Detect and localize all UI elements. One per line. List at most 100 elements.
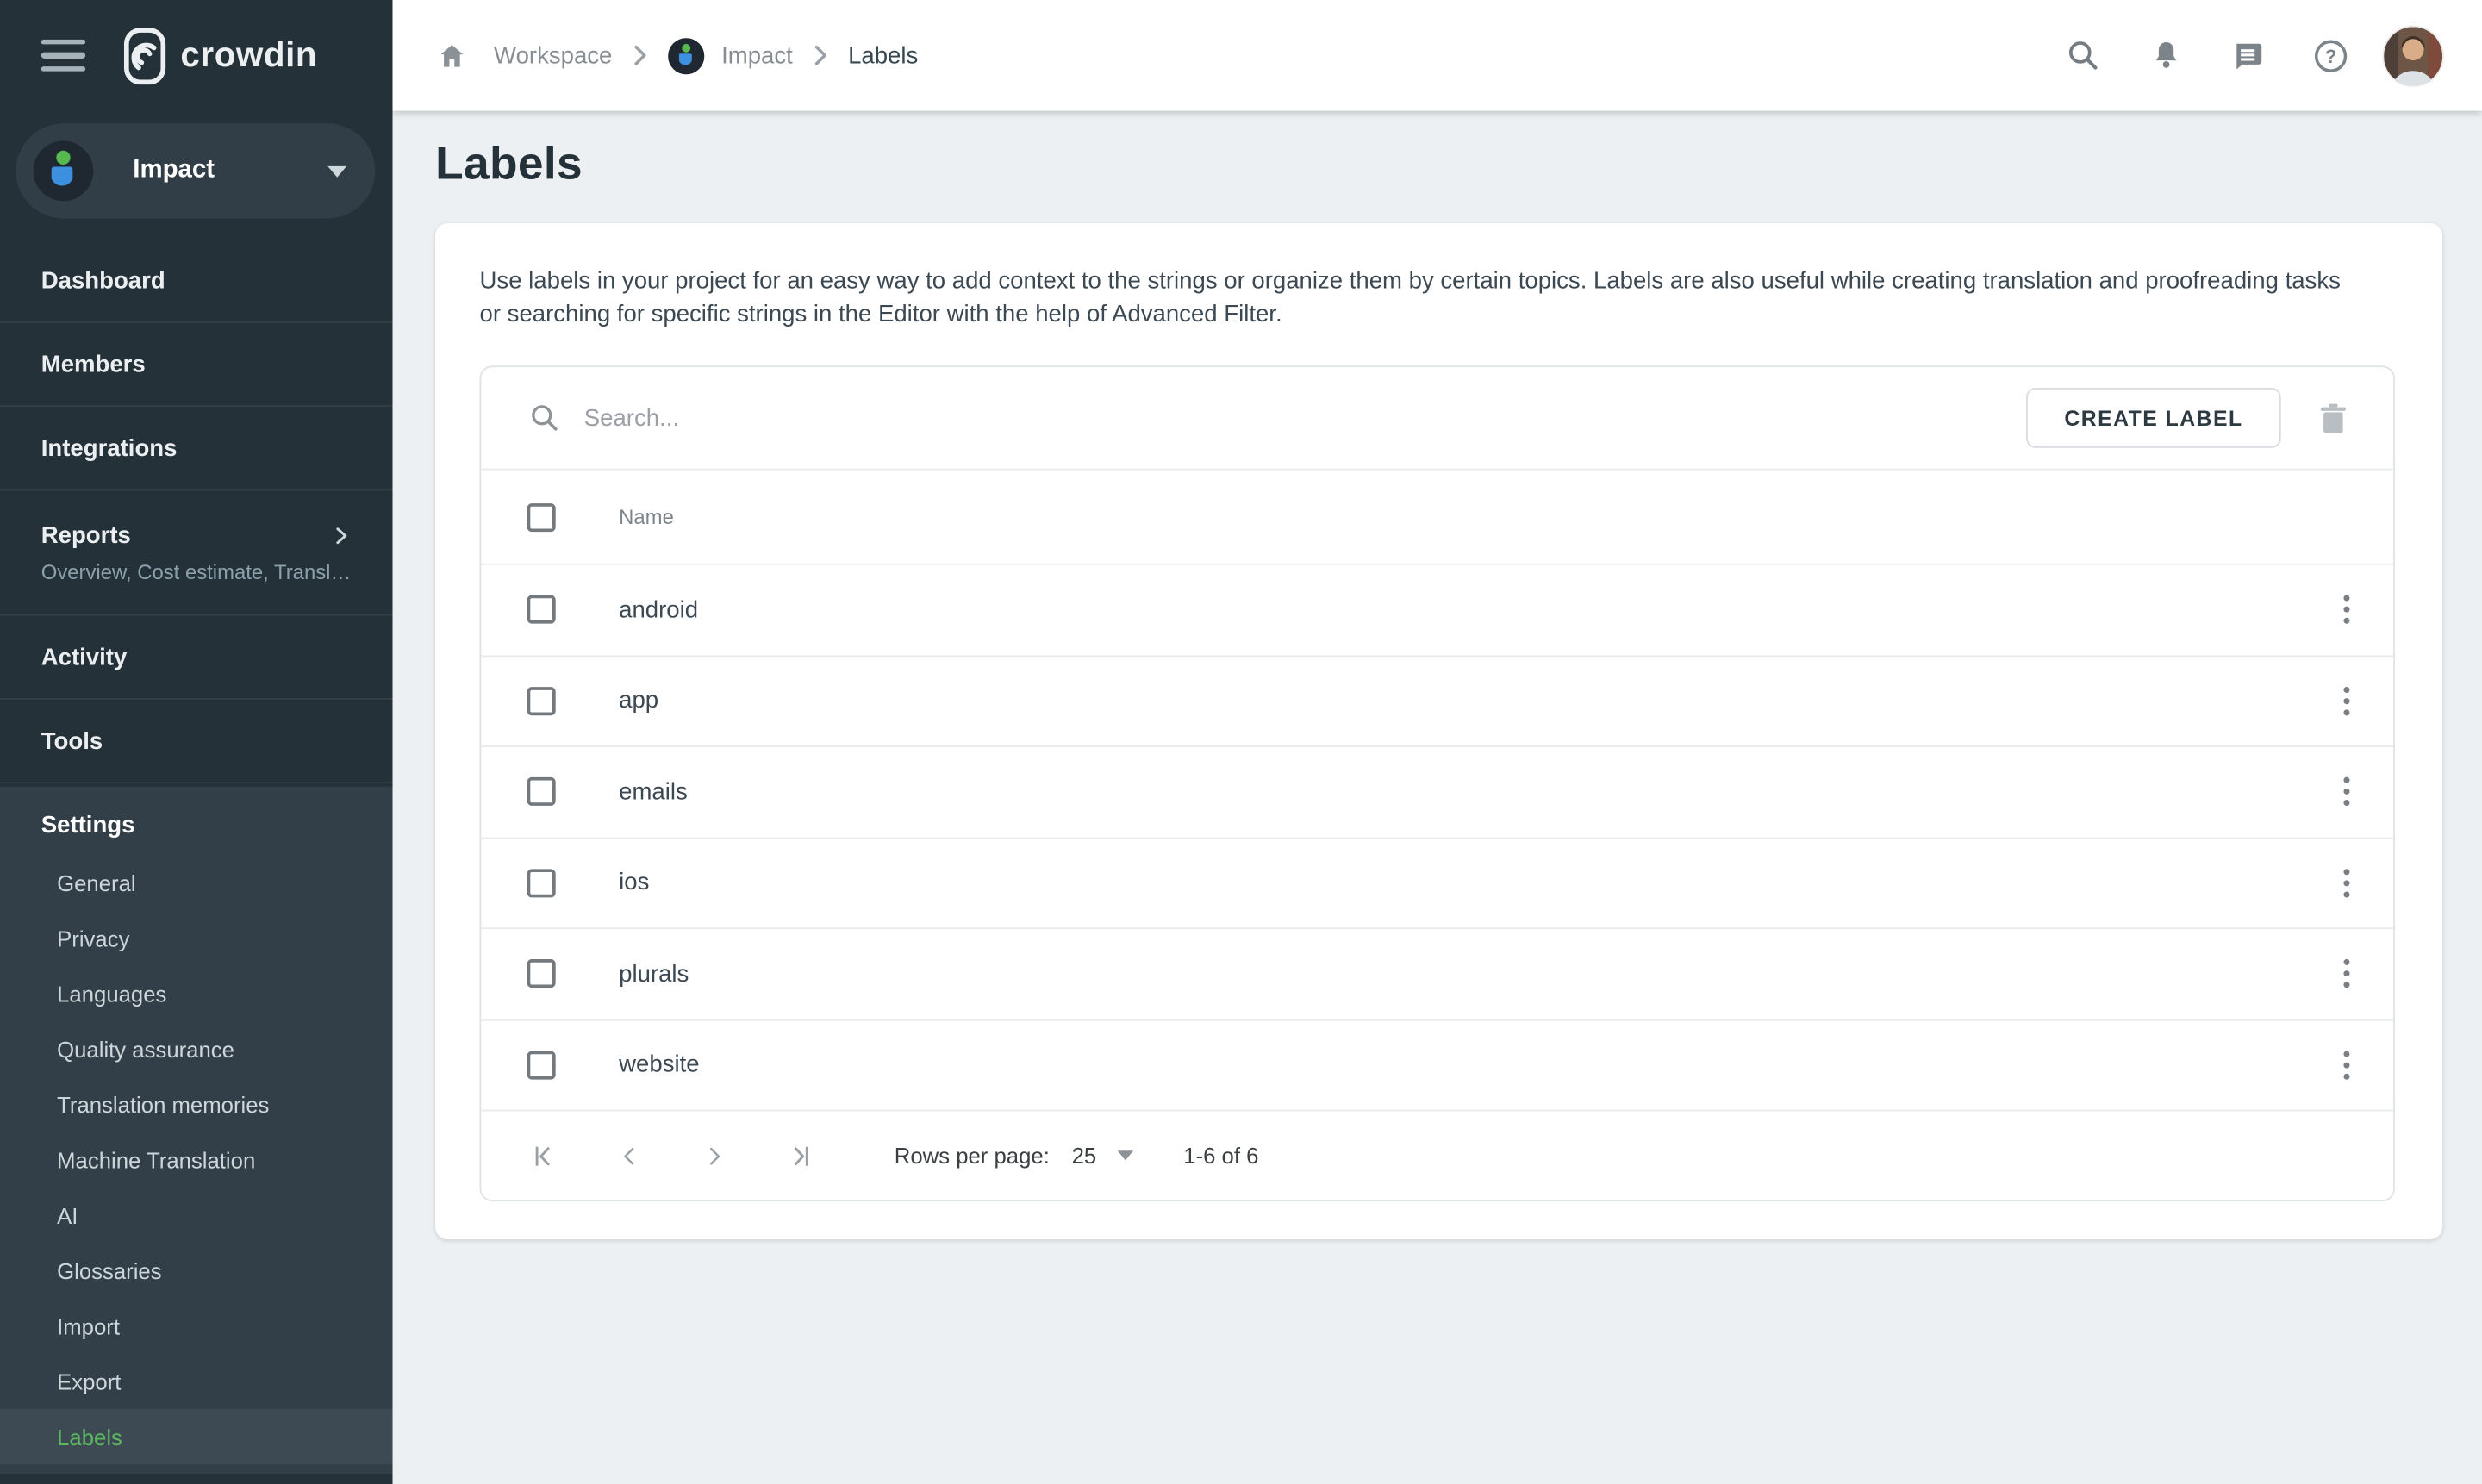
sidebar-item-settings[interactable]: Settings xyxy=(0,787,393,855)
app-window: crowdin Impact Dashboard Members Integra… xyxy=(0,0,2482,1484)
rows-per-page-value: 25 xyxy=(1072,1143,1097,1168)
sidebar-item-quality-assurance[interactable]: Quality assurance xyxy=(0,1021,393,1076)
label-name: android xyxy=(619,596,2323,623)
crowdin-brand[interactable]: crowdin xyxy=(123,26,317,84)
delete-trash-icon[interactable] xyxy=(2319,402,2348,435)
table-row: ios xyxy=(481,837,2393,928)
sidebar-top: crowdin xyxy=(0,0,393,111)
label-name: ios xyxy=(619,870,2323,896)
messages-icon[interactable] xyxy=(2229,36,2267,74)
labels-card: Use labels in your project for an easy w… xyxy=(435,223,2442,1239)
row-menu-kebab-icon[interactable] xyxy=(2323,861,2367,905)
chevron-down-icon xyxy=(327,165,346,177)
row-menu-kebab-icon[interactable] xyxy=(2323,588,2367,632)
sidebar-item-activity[interactable]: Activity xyxy=(0,615,393,699)
sidebar-item-members[interactable]: Members xyxy=(0,323,393,407)
sidebar: crowdin Impact Dashboard Members Integra… xyxy=(0,0,393,1484)
sidebar-item-label: Reports xyxy=(41,521,131,548)
sidebar-item-dashboard[interactable]: Dashboard xyxy=(0,239,393,322)
sidebar-item-label: Tools xyxy=(41,727,103,754)
next-page-button[interactable] xyxy=(698,1139,730,1171)
label-name: emails xyxy=(619,778,2323,805)
row-menu-kebab-icon[interactable] xyxy=(2323,951,2367,995)
table-row: emails xyxy=(481,745,2393,837)
pagination-range: 1-6 of 6 xyxy=(1183,1143,1258,1168)
breadcrumb-project[interactable]: Impact xyxy=(721,42,793,69)
help-icon[interactable]: ? xyxy=(2311,36,2349,74)
row-checkbox[interactable] xyxy=(527,960,556,988)
crowdin-logo-icon xyxy=(123,26,166,84)
sidebar-settings-section: Settings General Privacy Languages Quali… xyxy=(0,787,393,1474)
table-row: website xyxy=(481,1019,2393,1110)
sidebar-item-export[interactable]: Export xyxy=(0,1353,393,1408)
hamburger-menu-icon[interactable] xyxy=(41,40,85,72)
user-avatar[interactable] xyxy=(2384,26,2442,84)
search-input[interactable] xyxy=(584,404,1375,431)
svg-text:?: ? xyxy=(2324,45,2335,66)
project-logo-icon xyxy=(34,140,94,201)
search-icon xyxy=(528,402,560,434)
project-logo-icon[interactable] xyxy=(668,37,704,73)
sidebar-item-translation-memories[interactable]: Translation memories xyxy=(0,1076,393,1132)
brand-name: crowdin xyxy=(180,34,317,76)
sidebar-item-label: Dashboard xyxy=(41,266,165,293)
select-all-checkbox[interactable] xyxy=(527,502,556,531)
row-menu-kebab-icon[interactable] xyxy=(2323,1043,2367,1087)
labels-table-container: CREATE LABEL Name android xyxy=(480,365,2395,1201)
table-header-row: Name xyxy=(481,469,2393,564)
row-checkbox[interactable] xyxy=(527,777,556,806)
top-header: Workspace Impact Labels xyxy=(393,0,2482,111)
rows-per-page-label: Rows per page: xyxy=(895,1143,1050,1168)
sidebar-item-glossaries[interactable]: Glossaries xyxy=(0,1243,393,1298)
sidebar-item-label: Members xyxy=(41,351,146,377)
sidebar-item-general[interactable]: General xyxy=(0,855,393,910)
sidebar-item-label: Integrations xyxy=(41,434,178,461)
sidebar-item-reports[interactable]: Reports Overview, Cost estimate, Transl… xyxy=(0,490,393,615)
breadcrumb-workspace[interactable]: Workspace xyxy=(494,42,612,69)
chevron-right-icon xyxy=(814,44,828,66)
previous-page-button[interactable] xyxy=(613,1139,645,1171)
sidebar-item-privacy[interactable]: Privacy xyxy=(0,910,393,965)
rows-per-page-select[interactable]: 25 xyxy=(1072,1143,1133,1168)
page-description: Use labels in your project for an easy w… xyxy=(480,265,2364,331)
main-content: Labels Use labels in your project for an… xyxy=(393,111,2482,1484)
chevron-down-icon xyxy=(1117,1150,1132,1160)
project-switcher[interactable]: Impact xyxy=(16,123,375,218)
sidebar-item-ai[interactable]: AI xyxy=(0,1188,393,1243)
table-row: plurals xyxy=(481,927,2393,1019)
row-checkbox[interactable] xyxy=(527,869,556,897)
page-title: Labels xyxy=(435,140,2442,192)
sidebar-item-tools[interactable]: Tools xyxy=(0,700,393,783)
row-checkbox[interactable] xyxy=(527,595,556,624)
column-header-name: Name xyxy=(619,505,674,529)
labels-toolbar: CREATE LABEL xyxy=(481,367,2393,469)
last-page-button[interactable] xyxy=(783,1139,815,1171)
create-label-button[interactable]: CREATE LABEL xyxy=(2026,388,2280,448)
sidebar-item-integrations[interactable]: Integrations xyxy=(0,407,393,490)
home-icon[interactable] xyxy=(437,41,467,71)
row-menu-kebab-icon[interactable] xyxy=(2323,679,2367,723)
row-menu-kebab-icon[interactable] xyxy=(2323,770,2367,814)
search-field xyxy=(528,402,2026,434)
row-checkbox[interactable] xyxy=(527,1051,556,1079)
sidebar-item-labels[interactable]: Labels xyxy=(0,1409,393,1464)
notifications-bell-icon[interactable] xyxy=(2147,36,2185,74)
chevron-right-icon xyxy=(633,44,647,66)
label-name: website xyxy=(619,1051,2323,1078)
first-page-button[interactable] xyxy=(527,1139,559,1171)
header-actions: ? xyxy=(2020,26,2442,84)
sidebar-item-machine-translation[interactable]: Machine Translation xyxy=(0,1132,393,1187)
row-checkbox[interactable] xyxy=(527,687,556,715)
table-row: app xyxy=(481,654,2393,745)
sidebar-item-languages[interactable]: Languages xyxy=(0,965,393,1020)
breadcrumb-current: Labels xyxy=(848,42,918,69)
sidebar-item-subtitle: Overview, Cost estimate, Transl… xyxy=(41,559,352,583)
sidebar-item-label: Activity xyxy=(41,644,128,670)
sidebar-nav: Dashboard Members Integrations Reports O… xyxy=(0,239,393,783)
search-icon[interactable] xyxy=(2064,36,2102,74)
chevron-right-icon xyxy=(331,525,352,546)
pagination: Rows per page: 25 1-6 of 6 xyxy=(481,1110,2393,1200)
breadcrumb: Workspace Impact Labels xyxy=(437,37,2020,73)
project-name: Impact xyxy=(133,157,327,185)
sidebar-item-import[interactable]: Import xyxy=(0,1298,393,1353)
